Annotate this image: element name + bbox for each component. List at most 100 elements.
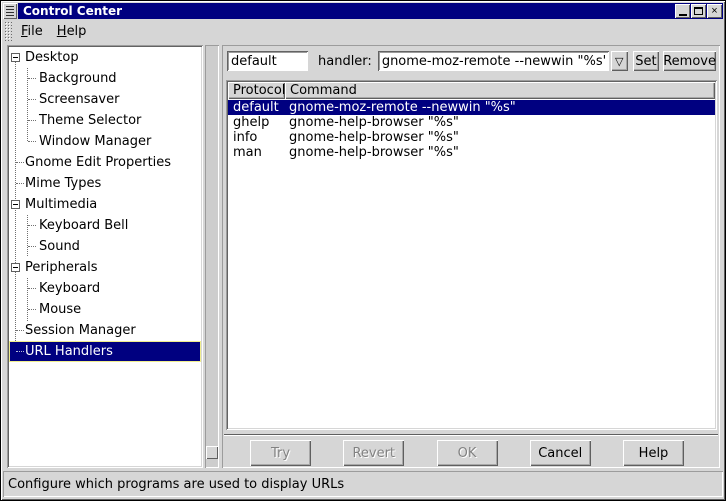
table-row-man[interactable]: mangnome-help-browser "%s" (228, 145, 715, 160)
handlers-table: Protocol Command defaultgnome-moz-remote… (226, 80, 717, 430)
set-button[interactable]: Set (633, 51, 660, 71)
scrollbar-thumb[interactable] (206, 446, 218, 459)
cell-command: gnome-help-browser "%s" (285, 115, 715, 130)
sidebar-item-label: Session Manager (25, 323, 136, 338)
sidebar-item-label: Theme Selector (39, 113, 141, 128)
minus-glyph (13, 204, 18, 205)
column-header-protocol[interactable]: Protocol (228, 82, 285, 99)
table-row-default[interactable]: defaultgnome-moz-remote --newwin "%s" (228, 100, 715, 115)
sidebar-item-label: Screensaver (39, 92, 119, 107)
cell-command: gnome-moz-remote --newwin "%s" (285, 100, 715, 115)
sidebar-item-label: URL Handlers (25, 344, 113, 359)
sidebar-tree: Desktop Background Screensaver Theme Select… (7, 45, 203, 468)
sidebar-item-label: Keyboard Bell (39, 218, 128, 233)
cancel-button[interactable]: Cancel (530, 440, 591, 466)
sidebar-item-mouse[interactable]: Mouse (9, 299, 201, 320)
cell-protocol: info (228, 130, 285, 145)
cell-protocol: man (228, 145, 285, 160)
tree-branch-icon (28, 99, 36, 100)
table-row-ghelp[interactable]: ghelpgnome-help-browser "%s" (228, 115, 715, 130)
sidebar-item-peripherals[interactable]: Peripherals (9, 257, 201, 278)
tree-branch-icon (16, 183, 24, 184)
sidebar-item-screensaver[interactable]: Screensaver (9, 89, 201, 110)
tree-branch-icon (28, 78, 36, 79)
menubar-drag-handle-icon[interactable] (4, 21, 12, 41)
statusbar: Configure which programs are used to dis… (3, 471, 723, 497)
window-menu-icon (6, 6, 14, 16)
table-row-info[interactable]: infognome-help-browser "%s" (228, 130, 715, 145)
sidebar-item-window-manager[interactable]: Window Manager (9, 131, 201, 152)
menubar: FileHelp (3, 19, 723, 43)
close-button[interactable]: × (707, 4, 722, 18)
button-separator (224, 434, 718, 436)
dropdown-arrow-icon: ▽ (615, 55, 623, 68)
minimize-icon (679, 14, 687, 16)
sidebar-item-label: Peripherals (25, 260, 98, 275)
titlebar: Control Center × (3, 3, 723, 19)
sidebar-tree-content: Desktop Background Screensaver Theme Select… (9, 47, 201, 466)
sidebar-item-label: Keyboard (39, 281, 100, 296)
sidebar-item-mime-types[interactable]: Mime Types (9, 173, 201, 194)
window-controls: × (675, 3, 723, 19)
sidebar-item-label: Mime Types (25, 176, 101, 191)
minus-glyph (13, 267, 18, 268)
sidebar-scrollbar[interactable] (205, 45, 219, 468)
handler-label: handler: (318, 54, 372, 69)
sidebar-item-label: Multimedia (25, 197, 97, 212)
tree-branch-icon (28, 309, 36, 310)
sidebar-item-desktop[interactable]: Desktop (9, 47, 201, 68)
cell-command: gnome-help-browser "%s" (285, 145, 715, 160)
handler-edit-row: handler: ▽ Set Remove (227, 51, 716, 71)
protocol-input[interactable] (227, 51, 308, 71)
sidebar-item-theme-selector[interactable]: Theme Selector (9, 110, 201, 131)
statusbar-text: Configure which programs are used to dis… (8, 477, 344, 492)
table-body: defaultgnome-moz-remote --newwin "%s"ghe… (228, 100, 715, 428)
tree-branch-icon (16, 330, 24, 331)
tree-branch-icon (16, 351, 24, 352)
window-title: Control Center (23, 4, 122, 18)
sidebar-item-label: Desktop (25, 50, 79, 65)
cell-protocol: ghelp (228, 115, 285, 130)
sidebar-item-label: Gnome Edit Properties (25, 155, 171, 170)
maximize-button[interactable] (691, 4, 706, 18)
menu-file[interactable]: File (14, 20, 50, 43)
cell-protocol: default (228, 100, 285, 115)
minimize-button[interactable] (675, 4, 690, 18)
ok-button[interactable]: OK (437, 440, 498, 466)
sidebar-item-label: Mouse (39, 302, 81, 317)
handler-dropdown-button[interactable]: ▽ (611, 51, 628, 71)
tree-branch-icon (28, 288, 36, 289)
sidebar-item-multimedia[interactable]: Multimedia (9, 194, 201, 215)
sidebar-item-background[interactable]: Background (9, 68, 201, 89)
try-button[interactable]: Try (250, 440, 311, 466)
sidebar-item-session-manager[interactable]: Session Manager (9, 320, 201, 341)
sidebar-item-keyboard[interactable]: Keyboard (9, 278, 201, 299)
tree-branch-icon (28, 120, 36, 121)
tree-expander-icon[interactable] (11, 200, 20, 209)
sidebar-item-label: Sound (39, 239, 80, 254)
maximize-icon (694, 7, 703, 15)
revert-button[interactable]: Revert (343, 440, 404, 466)
titlebar-drag-area[interactable]: Control Center × (18, 3, 723, 19)
sidebar-item-keyboard-bell[interactable]: Keyboard Bell (9, 215, 201, 236)
handler-input[interactable] (378, 51, 609, 71)
sidebar-item-label: Background (39, 71, 117, 86)
tree-branch-icon (16, 162, 24, 163)
tree-branch-icon (28, 225, 36, 226)
window-menu-button[interactable] (3, 3, 17, 19)
control-center-window: Control Center × FileHelp DesktopBackgro… (0, 0, 726, 501)
menu-help[interactable]: Help (50, 20, 94, 43)
help-button[interactable]: Help (623, 440, 684, 466)
tree-expander-icon[interactable] (11, 263, 20, 272)
sidebar-item-sound[interactable]: Sound (9, 236, 201, 257)
tree-expander-icon[interactable] (11, 53, 20, 62)
column-header-command[interactable]: Command (285, 82, 715, 99)
table-header: Protocol Command (228, 82, 715, 99)
minus-glyph (13, 57, 18, 58)
remove-button[interactable]: Remove (663, 51, 716, 71)
dialog-action-buttons: Try Revert OK Cancel Help (250, 440, 684, 466)
sidebar-item-label: Window Manager (39, 134, 151, 149)
sidebar-item-url-handlers[interactable]: URL Handlers (9, 341, 201, 362)
sidebar-item-gnome-edit-properties[interactable]: Gnome Edit Properties (9, 152, 201, 173)
tree-branch-icon (28, 141, 36, 142)
